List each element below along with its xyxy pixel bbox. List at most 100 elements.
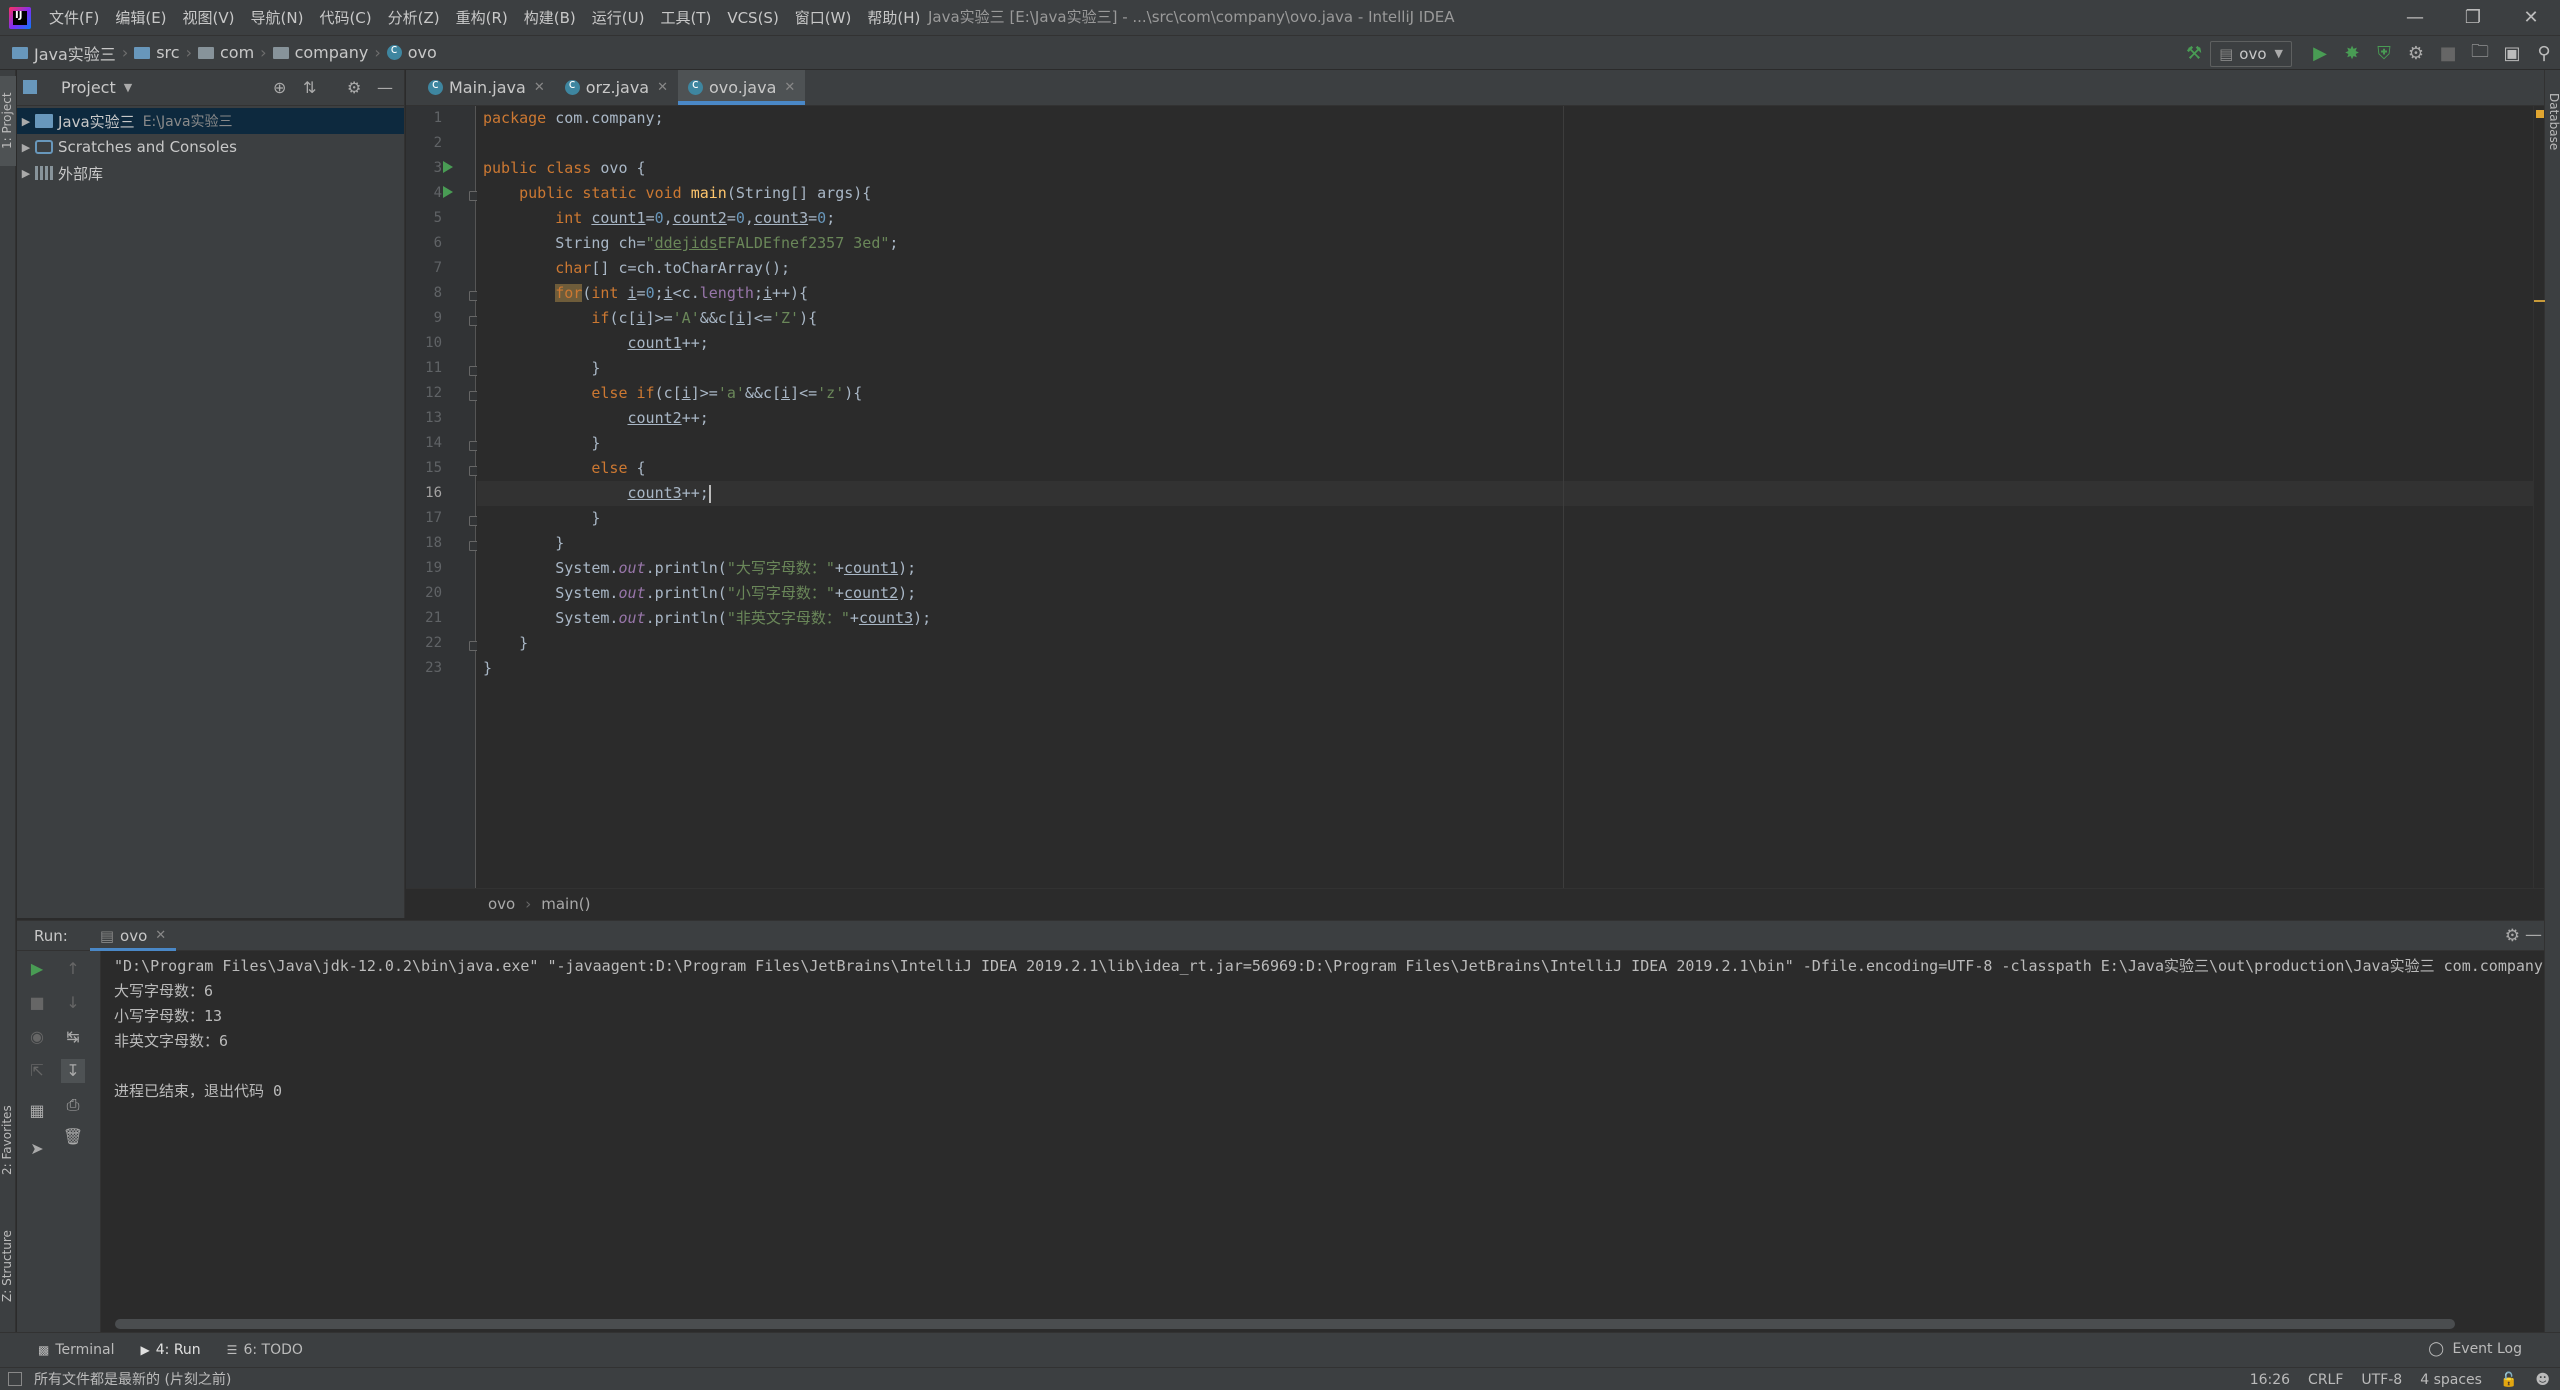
- breadcrumb-project[interactable]: Java实验三: [12, 41, 116, 65]
- camera-icon[interactable]: ◉: [25, 1025, 49, 1049]
- tree-item-external-libraries[interactable]: ▶ 外部库: [17, 160, 404, 186]
- run-class-icon[interactable]: [443, 161, 453, 173]
- down-arrow-icon[interactable]: ↓: [61, 991, 85, 1015]
- inspector-icon[interactable]: ☻: [2535, 1372, 2550, 1388]
- layout-icon[interactable]: ▦: [25, 1099, 49, 1123]
- menu-view[interactable]: 视图(V): [183, 7, 235, 28]
- close-tab-icon[interactable]: ✕: [155, 928, 166, 943]
- gear-icon[interactable]: ⚙: [2505, 926, 2520, 946]
- search-everywhere-icon[interactable]: ⚲: [2528, 36, 2560, 71]
- breadcrumb-method[interactable]: main(): [541, 895, 590, 913]
- menu-code[interactable]: 代码(C): [319, 7, 371, 28]
- expand-arrow-icon[interactable]: ▶: [17, 115, 35, 128]
- presentation-mode-icon[interactable]: ▣: [2496, 36, 2528, 71]
- menu-window[interactable]: 窗口(W): [795, 7, 852, 28]
- restore-icon[interactable]: ❐: [2444, 0, 2502, 35]
- run-icon[interactable]: ▶: [2304, 36, 2336, 71]
- structure-tool-tab[interactable]: Z: Structure: [0, 1216, 16, 1316]
- run-configuration-select[interactable]: ▤ ovo ▼: [2210, 40, 2292, 67]
- collapse-all-icon[interactable]: ⇅: [303, 78, 316, 97]
- database-tool-tab[interactable]: Database: [2545, 82, 2560, 162]
- breadcrumb-com[interactable]: com: [197, 43, 254, 62]
- event-log-tab[interactable]: ◯ Event Log: [2428, 1341, 2522, 1357]
- tab-main-java[interactable]: Main.java ✕: [418, 70, 555, 105]
- breadcrumb-ovo[interactable]: ovo: [386, 42, 437, 62]
- chevron-down-icon: ▼: [2274, 47, 2283, 60]
- line-number: 10: [425, 335, 442, 351]
- scroll-to-end-icon[interactable]: ↧: [61, 1059, 85, 1083]
- lock-icon[interactable]: 🔓: [2500, 1372, 2517, 1388]
- trash-icon[interactable]: 🗑: [61, 1125, 85, 1149]
- minimize-icon[interactable]: —: [2386, 0, 2444, 35]
- breadcrumb-src[interactable]: src: [134, 43, 180, 62]
- status-toggle-icon[interactable]: [8, 1372, 22, 1386]
- line-number-gutter[interactable]: 1 2 3 4 5 6 7 8 9 10 11 12 13 14 15 16 1…: [406, 106, 479, 888]
- gear-icon[interactable]: ⚙: [347, 78, 361, 97]
- indent-setting[interactable]: 4 spaces: [2420, 1372, 2482, 1388]
- run-tool-tab[interactable]: ▶ 4: Run: [141, 1342, 201, 1358]
- close-tab-icon[interactable]: ✕: [784, 80, 795, 95]
- exit-icon[interactable]: ⇱: [25, 1059, 49, 1083]
- run-toolbar: ▶ ↑ ■ ↓ ◉ ↹ ⇱ ↧ ▦ ⎙ ➤ 🗑: [17, 951, 101, 1332]
- warning-indicator-icon[interactable]: [2536, 110, 2544, 118]
- breadcrumb-company[interactable]: company: [272, 43, 368, 62]
- project-view-select[interactable]: Project: [61, 78, 116, 97]
- main-toolbar: ⚒ ▤ ovo ▼ ▶ ✸ ⛨ ⚙ ■ 🗀 ▣ ⚲: [2178, 36, 2560, 71]
- coverage-icon[interactable]: ⛨: [2368, 36, 2400, 71]
- console-horizontal-scrollbar[interactable]: [115, 1319, 2455, 1329]
- expand-arrow-icon[interactable]: ▶: [17, 167, 35, 180]
- expand-arrow-icon[interactable]: ▶: [17, 141, 35, 154]
- warning-mark[interactable]: [2534, 300, 2545, 302]
- caret-position[interactable]: 16:26: [2250, 1372, 2290, 1388]
- breadcrumb-class[interactable]: ovo: [488, 895, 515, 913]
- tab-ovo-java[interactable]: ovo.java ✕: [678, 70, 806, 105]
- run-panel-title: Run:: [34, 926, 68, 945]
- line-number: 4: [433, 185, 442, 201]
- pin-icon[interactable]: ➤: [25, 1137, 49, 1161]
- debug-icon[interactable]: ✸: [2336, 36, 2368, 71]
- console-output[interactable]: "D:\Program Files\Java\jdk-12.0.2\bin\ja…: [102, 951, 2544, 1332]
- code-editor[interactable]: package com.company; public class ovo { …: [477, 106, 2533, 888]
- menu-run[interactable]: 运行(U): [592, 7, 645, 28]
- close-window-icon[interactable]: ✕: [2502, 0, 2560, 35]
- code-line: }: [483, 509, 601, 527]
- tab-label: 6: TODO: [243, 1342, 303, 1358]
- close-tab-icon[interactable]: ✕: [534, 80, 545, 95]
- menu-vcs[interactable]: VCS(S): [727, 9, 778, 27]
- menu-file[interactable]: 文件(F): [49, 7, 99, 28]
- menu-refactor[interactable]: 重构(R): [456, 7, 508, 28]
- menu-analyze[interactable]: 分析(Z): [388, 7, 440, 28]
- favorites-tool-tab[interactable]: 2: Favorites: [0, 1090, 16, 1190]
- soft-wrap-icon[interactable]: ↹: [61, 1025, 85, 1049]
- package-icon: [197, 46, 214, 59]
- tab-orz-java[interactable]: orz.java ✕: [555, 70, 678, 105]
- up-arrow-icon[interactable]: ↑: [61, 957, 85, 981]
- build-hammer-icon[interactable]: ⚒: [2178, 36, 2210, 71]
- stop-icon[interactable]: ■: [2432, 36, 2464, 71]
- tree-item-scratches[interactable]: ▶ Scratches and Consoles: [17, 134, 404, 160]
- locate-icon[interactable]: ⊕: [273, 78, 286, 97]
- menu-tools[interactable]: 工具(T): [660, 7, 711, 28]
- hide-panel-icon[interactable]: —: [2525, 925, 2542, 945]
- menu-navigate[interactable]: 导航(N): [251, 7, 304, 28]
- todo-tab[interactable]: ☰ 6: TODO: [227, 1342, 303, 1358]
- terminal-tab[interactable]: ▩ Terminal: [38, 1342, 115, 1358]
- run-tab-ovo[interactable]: ▤ ovo ✕: [89, 921, 177, 951]
- print-icon[interactable]: ⎙: [61, 1093, 85, 1117]
- menu-edit[interactable]: 编辑(E): [115, 7, 166, 28]
- project-structure-icon[interactable]: 🗀: [2464, 36, 2496, 71]
- file-encoding[interactable]: UTF-8: [2361, 1372, 2402, 1388]
- run-main-icon[interactable]: [443, 186, 453, 198]
- stop-icon[interactable]: ■: [25, 991, 49, 1015]
- menu-build[interactable]: 构建(B): [524, 7, 576, 28]
- error-stripe[interactable]: [2533, 106, 2545, 888]
- chevron-down-icon[interactable]: ▼: [124, 81, 132, 94]
- rerun-icon[interactable]: ▶: [25, 957, 49, 981]
- project-tool-tab[interactable]: 1: Project: [0, 76, 16, 166]
- tree-item-project[interactable]: ▶ Java实验三 E:\Java实验三: [17, 108, 404, 134]
- line-separator[interactable]: CRLF: [2308, 1372, 2343, 1388]
- profile-icon[interactable]: ⚙: [2400, 36, 2432, 71]
- menu-help[interactable]: 帮助(H): [867, 7, 920, 28]
- close-tab-icon[interactable]: ✕: [657, 80, 668, 95]
- hide-panel-icon[interactable]: —: [377, 78, 393, 97]
